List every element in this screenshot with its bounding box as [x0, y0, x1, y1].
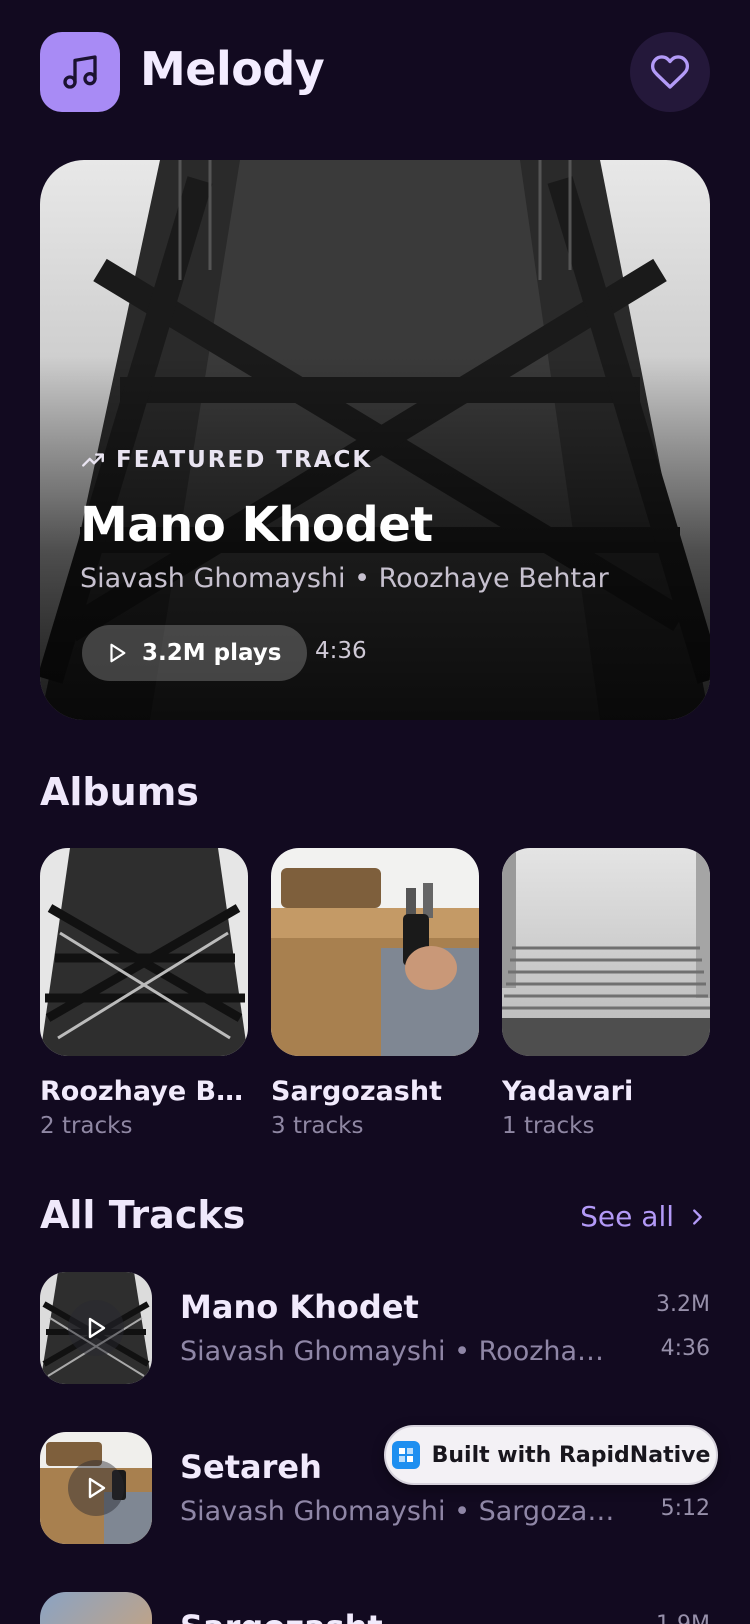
- album-card[interactable]: Sargozasht 3 tracks: [271, 848, 479, 1139]
- track-plays: 1.9M: [656, 1612, 710, 1624]
- track-artwork: [40, 1592, 152, 1624]
- featured-duration: 4:36: [315, 638, 367, 664]
- track-duration: 5:12: [660, 1496, 710, 1521]
- album-card[interactable]: Roozhaye Be... 2 tracks: [40, 848, 248, 1139]
- featured-track-card[interactable]: FEATURED TRACK Mano Khodet Siavash Ghoma…: [40, 160, 710, 720]
- track-row[interactable]: Mano Khodet Siavash Ghomayshi • Roozhaye…: [40, 1272, 710, 1384]
- track-title: Setareh: [180, 1448, 322, 1486]
- badge-label: Built with RapidNative: [431, 1442, 711, 1468]
- chevron-right-icon: [693, 1208, 702, 1225]
- favorites-button[interactable]: [630, 32, 710, 112]
- rapidnative-logo-icon: [391, 1441, 420, 1469]
- featured-tag: FEATURED TRACK: [80, 447, 372, 473]
- album-card[interactable]: Yadavari 1 tracks: [502, 848, 710, 1139]
- track-title: Mano Khodet: [180, 1288, 419, 1326]
- trending-up-icon: [82, 453, 104, 467]
- album-artwork: [271, 848, 479, 1056]
- heart-icon: [650, 55, 690, 89]
- featured-tag-label: FEATURED TRACK: [116, 447, 373, 473]
- track-subtitle: Siavash Ghomayshi • Sargozasht: [180, 1496, 620, 1527]
- track-duration: 4:36: [660, 1336, 710, 1361]
- track-play-button[interactable]: [68, 1460, 124, 1516]
- album-artwork: [502, 848, 710, 1056]
- track-row[interactable]: Sargozasht 1.9M: [40, 1592, 710, 1624]
- featured-plays: 3.2M plays: [142, 640, 282, 666]
- albums-heading: Albums: [40, 770, 199, 814]
- album-artwork: [40, 848, 248, 1056]
- play-icon: [88, 1317, 106, 1339]
- albums-carousel[interactable]: Roozhaye Be... 2 tracks Sargozasht 3 tra…: [40, 848, 750, 1148]
- track-plays: 3.2M: [656, 1292, 710, 1317]
- music-note-icon: [40, 32, 120, 112]
- featured-play-button[interactable]: 3.2M plays: [82, 625, 308, 681]
- track-subtitle: Siavash Ghomayshi • Roozhaye ...: [180, 1336, 620, 1367]
- see-all-label: See all: [580, 1200, 674, 1233]
- album-name: Yadavari: [502, 1076, 634, 1107]
- album-name: Roozhaye Be...: [40, 1076, 248, 1107]
- album-track-count: 3 tracks: [271, 1113, 364, 1139]
- all-tracks-heading: All Tracks: [40, 1193, 246, 1237]
- built-with-badge[interactable]: Built with RapidNative: [384, 1425, 718, 1485]
- track-title: Sargozasht: [180, 1608, 383, 1624]
- see-all-link[interactable]: See all: [580, 1200, 708, 1233]
- featured-title: Mano Khodet: [80, 497, 433, 553]
- play-icon: [110, 643, 126, 663]
- track-play-button[interactable]: [68, 1300, 124, 1356]
- app-header: Melody: [40, 32, 710, 112]
- album-track-count: 2 tracks: [40, 1113, 133, 1139]
- album-name: Sargozasht: [271, 1076, 442, 1107]
- album-track-count: 1 tracks: [502, 1113, 595, 1139]
- featured-subtitle: Siavash Ghomayshi • Roozhaye Behtar: [80, 563, 609, 594]
- app-title: Melody: [140, 42, 325, 96]
- play-icon: [88, 1477, 106, 1499]
